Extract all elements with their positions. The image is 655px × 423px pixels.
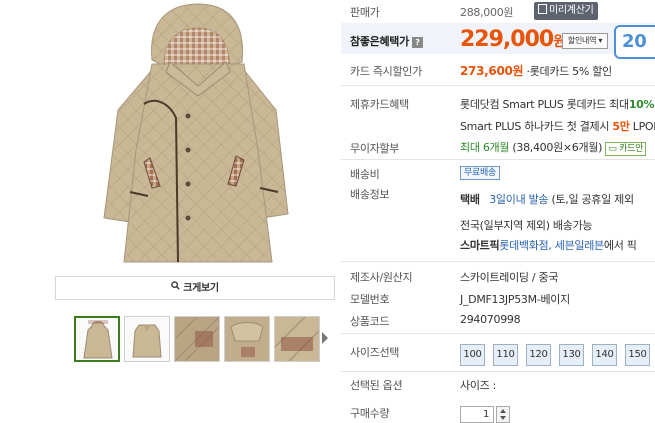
size-label: 사이즈선택 xyxy=(350,346,400,359)
discount-percent-badge: 20 xyxy=(614,25,655,59)
chevron-right-icon[interactable] xyxy=(320,330,330,346)
selected-option-label: 선택된 옵션 xyxy=(350,379,403,392)
zoom-label: 크게보기 xyxy=(183,283,219,294)
quantity-input[interactable]: 1 xyxy=(460,406,494,423)
installment-label: 무이자할부 xyxy=(350,142,400,155)
thumbnail-5[interactable] xyxy=(274,316,320,362)
product-main-image[interactable] xyxy=(60,0,332,272)
thumbnail-3[interactable] xyxy=(174,316,220,362)
model-value: J_DMF13JP53M-베이지 xyxy=(460,293,570,306)
shipping-info-label: 배송정보 xyxy=(350,188,390,201)
smart-pick-line: 스마트픽롯데백화점, 세븐일레븐에서 픽 xyxy=(460,239,637,252)
thumbnail-4[interactable] xyxy=(224,316,270,362)
benefit-price-label: 참좋은혜택가? xyxy=(350,33,423,49)
thumbnail-strip xyxy=(72,316,332,364)
product-code-label: 상품코드 xyxy=(350,315,390,328)
card-price-line: 273,600원 ·롯데카드 5% 할인 xyxy=(460,62,612,79)
product-info-table: 판매가 288,000원 미리계산기 참좋은혜택가? 229,000원 할인내역… xyxy=(341,0,655,423)
shipping-method-line: 택배 3일이내 발송 (토,일 공휴일 제외 xyxy=(460,193,634,206)
divider xyxy=(341,261,655,262)
calculator-icon xyxy=(538,4,547,14)
divider xyxy=(341,85,655,86)
model-label: 모델번호 xyxy=(350,293,390,306)
divider xyxy=(341,333,655,334)
size-option-100[interactable]: 100 xyxy=(460,344,485,366)
quantity-stepper[interactable] xyxy=(496,406,510,423)
maker-label: 제조사/원산지 xyxy=(350,271,413,284)
thumbnail-2[interactable] xyxy=(124,316,170,362)
card-price-label: 카드 즉시할인가 xyxy=(350,65,422,78)
card-price-value: 273,600원 xyxy=(460,64,524,78)
sale-price-value: 288,000원 xyxy=(460,6,514,19)
size-option-110[interactable]: 110 xyxy=(493,344,518,366)
price-calculator-button[interactable]: 미리계산기 xyxy=(534,2,598,20)
smart-pick-stores-link[interactable]: 롯데백화점, 세븐일레븐 xyxy=(499,239,604,252)
zoom-button[interactable]: 크게보기 xyxy=(55,276,335,300)
magnifier-icon xyxy=(171,277,180,299)
divider xyxy=(341,159,655,160)
selected-option-value: 사이즈 : xyxy=(460,379,497,392)
product-code-value: 294070998 xyxy=(460,313,521,326)
free-shipping-badge: 무료배송 xyxy=(460,166,500,180)
price-calculator-label: 미리계산기 xyxy=(549,5,594,16)
shipping-fee-label: 배송비 xyxy=(350,168,380,181)
card-icon: ▭ xyxy=(608,144,617,154)
shipping-eta-link[interactable]: 3일이내 발송 xyxy=(489,193,548,206)
partner-card-line-2: Smart PLUS 하나카드 첫 결제시 5만 LPOIN xyxy=(460,120,655,133)
size-option-150[interactable]: 150 xyxy=(625,344,650,366)
card-price-note: ·롯데카드 5% 할인 xyxy=(526,65,613,78)
quilted-coat-image xyxy=(103,3,289,263)
maker-value: 스카이트레이딩 / 중국 xyxy=(460,271,559,284)
shipping-region: 전국(일부지역 제외) 배송가능 xyxy=(460,219,593,232)
thumbnail-1[interactable] xyxy=(74,316,120,362)
divider xyxy=(341,371,655,372)
installment-value: 최대 6개월 (38,400원×6개월) ▭ 카드안 xyxy=(460,139,647,156)
size-option-130[interactable]: 130 xyxy=(559,344,584,366)
discount-detail-button[interactable]: 할인내역 ▾ xyxy=(562,33,608,49)
size-option-120[interactable]: 120 xyxy=(526,344,551,366)
sale-price-label: 판매가 xyxy=(350,6,380,19)
partner-card-line-1: 롯데닷컴 Smart PLUS 롯데카드 최대10%할 xyxy=(460,98,655,111)
help-icon[interactable]: ? xyxy=(411,37,423,48)
card-info-button[interactable]: ▭ 카드안 xyxy=(605,142,647,156)
size-option-140[interactable]: 140 xyxy=(592,344,617,366)
benefit-price-value: 229,000원 xyxy=(460,27,566,52)
stepper-arrows-icon xyxy=(500,409,506,420)
partner-card-label: 제휴카드혜택 xyxy=(350,98,409,111)
quantity-label: 구매수량 xyxy=(350,407,390,420)
